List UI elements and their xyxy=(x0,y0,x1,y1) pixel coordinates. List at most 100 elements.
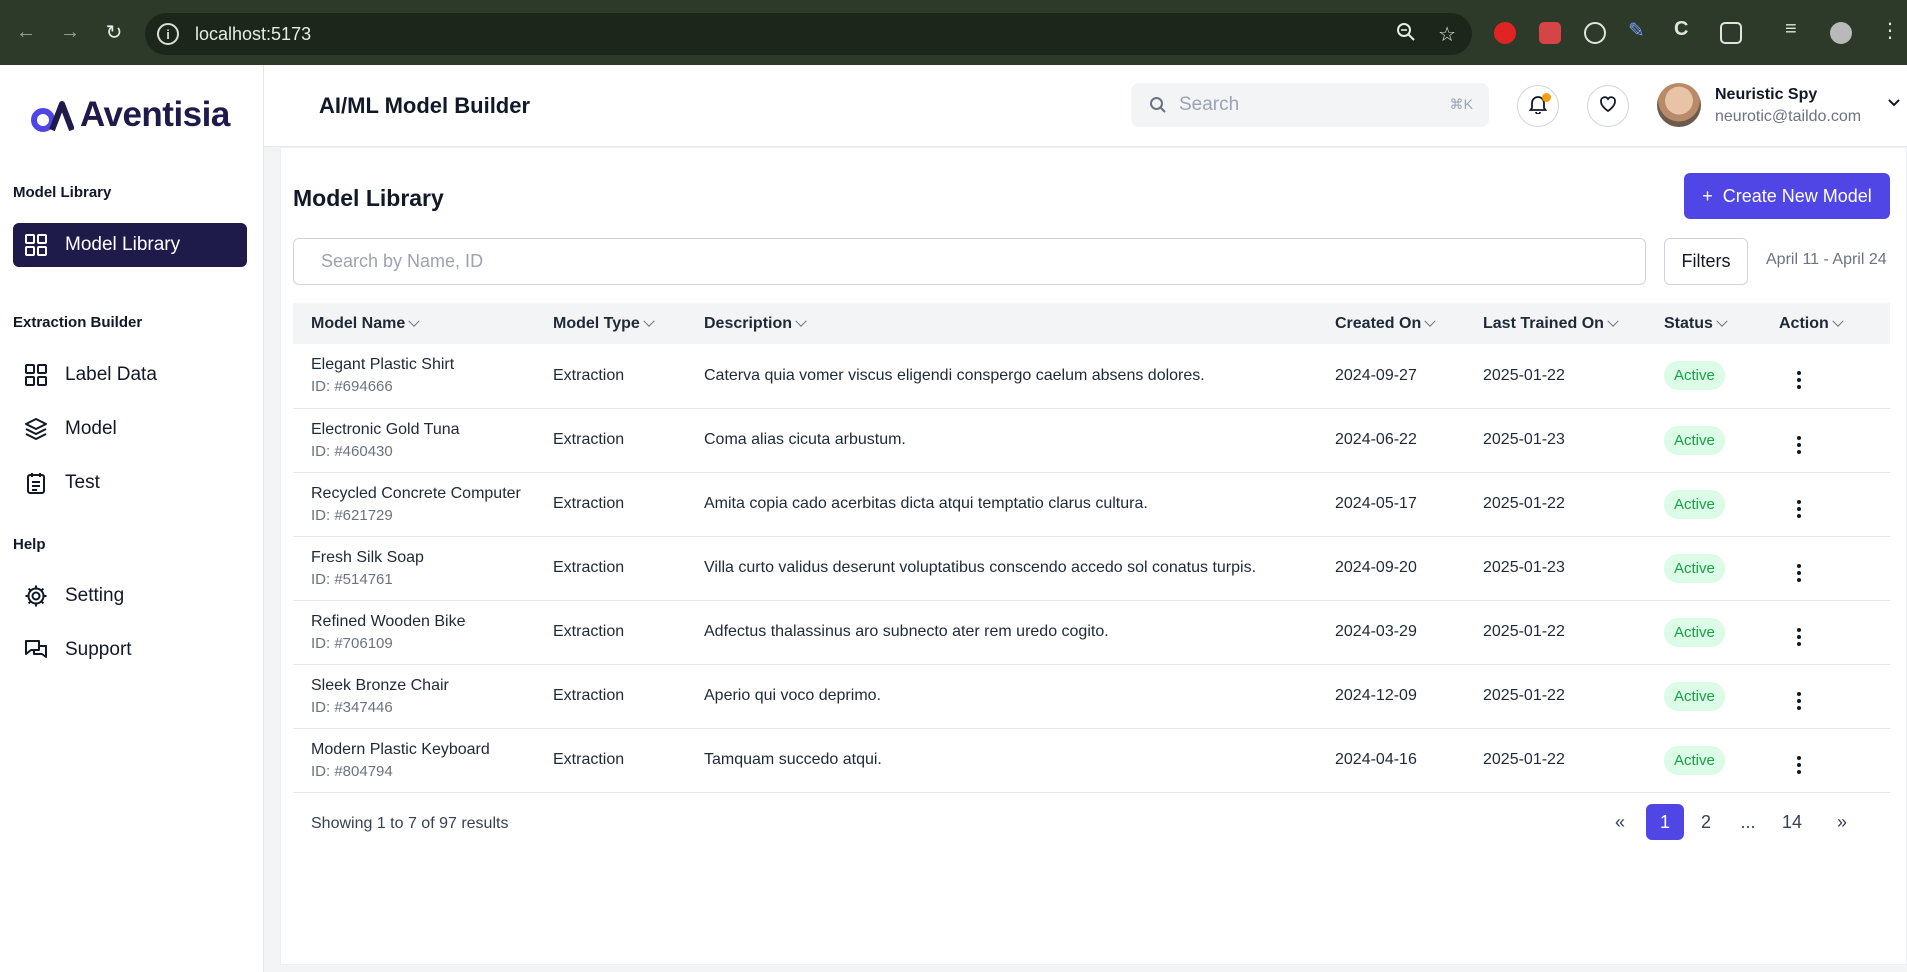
sidebar-item-label-data[interactable]: Label Data xyxy=(13,353,247,397)
pagination-page-14[interactable]: 14 xyxy=(1773,804,1811,840)
table-row[interactable]: Modern Plastic Keyboard ID: #804794 Extrac… xyxy=(293,728,1890,792)
more-options-icon[interactable] xyxy=(1789,691,1809,710)
pagination-ellipsis: ... xyxy=(1740,811,1756,832)
clipboard-icon xyxy=(23,470,49,496)
sidebar-item-setting[interactable]: Setting xyxy=(13,574,247,618)
sidebar-item-test[interactable]: Test xyxy=(13,461,247,505)
zoom-icon[interactable] xyxy=(1396,22,1416,48)
cell-action[interactable] xyxy=(1779,536,1890,600)
pagination-first-button[interactable]: « xyxy=(1605,804,1635,840)
model-name[interactable]: Sleek Bronze Chair xyxy=(311,677,553,695)
status-badge: Active xyxy=(1664,489,1725,519)
column-header-model-name[interactable]: Model Name xyxy=(293,303,553,344)
cell-model-name[interactable]: Modern Plastic Keyboard ID: #804794 xyxy=(293,728,553,792)
column-header-status[interactable]: Status xyxy=(1664,303,1779,344)
model-name[interactable]: Electronic Gold Tuna xyxy=(311,421,553,439)
more-options-icon[interactable] xyxy=(1789,435,1809,454)
sidebar-item-model[interactable]: Model xyxy=(13,407,247,451)
column-header-created-on[interactable]: Created On xyxy=(1335,303,1483,344)
cell-action[interactable] xyxy=(1779,344,1890,408)
extension-red-icon[interactable] xyxy=(1539,22,1561,44)
url-text[interactable]: localhost:5173 xyxy=(195,24,311,45)
extension-pen-icon[interactable]: ✎ xyxy=(1628,18,1645,43)
pagination-page-1[interactable]: 1 xyxy=(1646,804,1684,840)
more-options-icon[interactable] xyxy=(1789,627,1809,646)
sidebar-item-support[interactable]: Support xyxy=(13,628,247,672)
cell-model-type: Extraction xyxy=(553,751,625,768)
global-search[interactable]: Search ⌘K xyxy=(1131,83,1489,127)
chevron-down-icon[interactable] xyxy=(1884,93,1904,113)
reload-icon[interactable]: ↻ xyxy=(102,20,126,45)
cell-status: Active xyxy=(1664,728,1779,792)
model-search-input[interactable] xyxy=(293,238,1646,285)
cell-action[interactable] xyxy=(1779,472,1890,536)
cell-model-name[interactable]: Electronic Gold Tuna ID: #460430 xyxy=(293,408,553,472)
model-name[interactable]: Modern Plastic Keyboard xyxy=(311,741,553,759)
cell-action[interactable] xyxy=(1779,664,1890,728)
more-options-icon[interactable] xyxy=(1789,563,1809,582)
more-options-icon[interactable] xyxy=(1789,755,1809,774)
column-header-action[interactable]: Action xyxy=(1779,303,1890,344)
forward-icon[interactable]: → xyxy=(58,21,82,44)
menu-icon[interactable]: ⋮ xyxy=(1880,18,1900,43)
cell-model-name[interactable]: Recycled Concrete Computer ID: #621729 xyxy=(293,472,553,536)
extension-target-icon[interactable] xyxy=(1584,22,1606,44)
more-options-icon[interactable] xyxy=(1789,499,1809,518)
table-row[interactable]: Refined Wooden Bike ID: #706109 Extraction… xyxy=(293,600,1890,664)
top-header: AI/ML Model Builder Search ⌘K Neuristic … xyxy=(264,65,1907,147)
cell-model-name[interactable]: Fresh Silk Soap ID: #514761 xyxy=(293,536,553,600)
model-name[interactable]: Refined Wooden Bike xyxy=(311,613,553,631)
bookmark-star-icon[interactable]: ☆ xyxy=(1438,22,1456,47)
column-header-last-trained-on[interactable]: Last Trained On xyxy=(1483,303,1664,344)
model-name[interactable]: Recycled Concrete Computer xyxy=(311,485,553,503)
favorites-button[interactable] xyxy=(1587,85,1629,127)
status-badge: Active xyxy=(1664,681,1725,711)
cell-model-name[interactable]: Sleek Bronze Chair ID: #347446 xyxy=(293,664,553,728)
column-header-description[interactable]: Description xyxy=(704,303,1335,344)
site-info-icon[interactable]: i xyxy=(157,23,179,45)
filters-button[interactable]: Filters xyxy=(1664,238,1748,285)
pagination-page-2[interactable]: 2 xyxy=(1691,804,1721,840)
table-row[interactable]: Sleek Bronze Chair ID: #347446 Extraction A… xyxy=(293,664,1890,728)
address-bar[interactable]: i localhost:5173 ☆ xyxy=(145,13,1472,55)
cell-last-trained-on: 2025-01-23 xyxy=(1483,431,1565,448)
brand-logo[interactable]: Aventisia xyxy=(30,95,230,135)
table-row[interactable]: Fresh Silk Soap ID: #514761 Extraction Vill… xyxy=(293,536,1890,600)
extensions-icon[interactable] xyxy=(1720,22,1742,44)
cell-model-type: Extraction xyxy=(553,431,625,448)
user-name: Neuristic Spy xyxy=(1715,86,1818,103)
search-placeholder[interactable]: Search xyxy=(1179,94,1239,116)
column-header-model-type[interactable]: Model Type xyxy=(553,303,704,344)
pagination-last-button[interactable]: » xyxy=(1827,804,1857,840)
table-row[interactable]: Recycled Concrete Computer ID: #621729 Ext… xyxy=(293,472,1890,536)
model-id: ID: #514761 xyxy=(311,570,393,588)
cell-model-name[interactable]: Refined Wooden Bike ID: #706109 xyxy=(293,600,553,664)
date-range[interactable]: April 11 - April 24 xyxy=(1766,251,1887,269)
back-icon[interactable]: ← xyxy=(14,21,38,44)
model-name[interactable]: Fresh Silk Soap xyxy=(311,549,553,567)
cell-action[interactable] xyxy=(1779,728,1890,792)
sidebar-item-model-library[interactable]: Model Library xyxy=(13,223,247,267)
section-title-model-library: Model Library xyxy=(13,184,112,201)
cell-action[interactable] xyxy=(1779,408,1890,472)
table-row[interactable]: Electronic Gold Tuna ID: #460430 Extractio… xyxy=(293,408,1890,472)
extension-adblock-icon[interactable] xyxy=(1494,22,1516,44)
section-title-extraction-builder: Extraction Builder xyxy=(13,314,143,331)
cell-action[interactable] xyxy=(1779,600,1890,664)
notifications-button[interactable] xyxy=(1517,85,1559,127)
cell-model-name[interactable]: Elegant Plastic Shirt ID: #694666 xyxy=(293,344,553,408)
create-new-model-button[interactable]: + Create New Model xyxy=(1684,173,1890,219)
cell-description: Adfectus thalassinus aro subnecto ater r… xyxy=(704,623,1109,640)
media-icon[interactable]: ≡ xyxy=(1785,18,1797,41)
chevron-down-icon xyxy=(1607,315,1619,327)
cell-status: Active xyxy=(1664,664,1779,728)
profile-icon[interactable] xyxy=(1830,22,1852,44)
chevron-down-icon xyxy=(1424,315,1436,327)
avatar[interactable] xyxy=(1657,83,1701,127)
model-id: ID: #706109 xyxy=(311,634,393,652)
model-name[interactable]: Elegant Plastic Shirt xyxy=(311,356,553,374)
table-row[interactable]: Elegant Plastic Shirt ID: #694666 Extracti… xyxy=(293,344,1890,408)
extension-c-icon[interactable]: C xyxy=(1674,18,1688,41)
more-options-icon[interactable] xyxy=(1789,371,1809,390)
status-badge: Active xyxy=(1664,553,1725,583)
